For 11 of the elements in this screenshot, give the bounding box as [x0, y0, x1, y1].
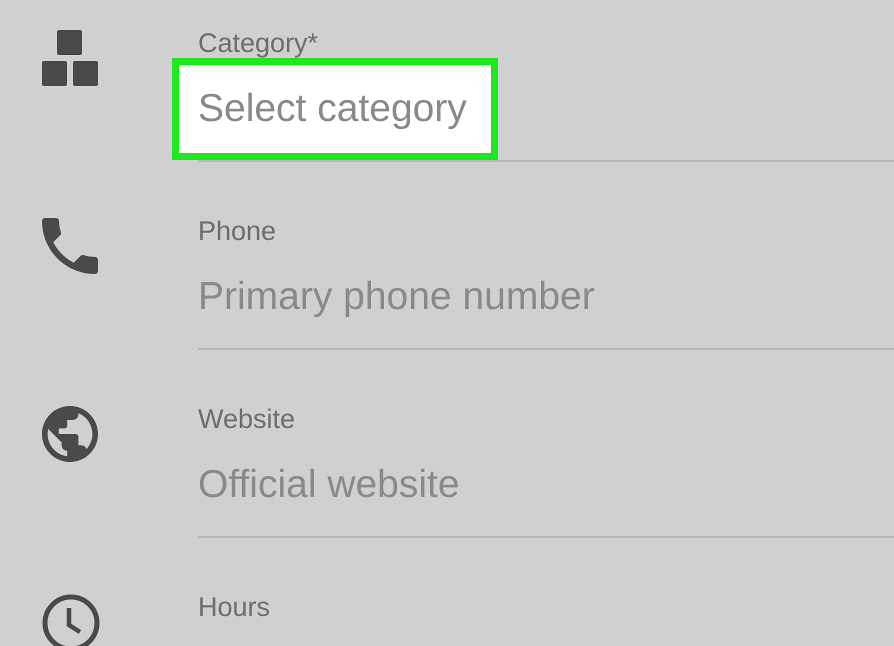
field-label: Category*: [198, 28, 318, 58]
phone-icon: [42, 218, 98, 274]
input-field[interactable]: Select category: [172, 58, 498, 160]
input-field[interactable]: Primary phone number: [172, 246, 626, 348]
input-field[interactable]: Official website: [172, 434, 491, 536]
category-icon: [42, 30, 98, 86]
field-label: Website: [198, 404, 296, 434]
field-label: Hours: [198, 592, 270, 622]
clock-icon: [42, 594, 100, 646]
globe-icon: [42, 406, 98, 462]
field-label: Phone: [198, 216, 276, 246]
